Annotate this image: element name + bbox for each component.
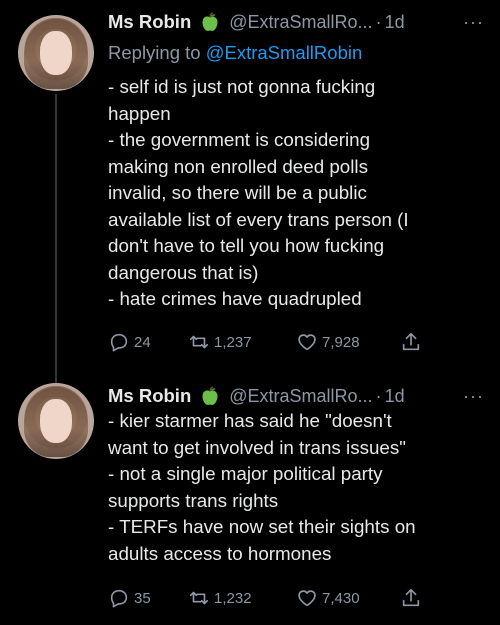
share-icon bbox=[402, 332, 420, 351]
tweet-line: - hate crimes have quadrupled bbox=[108, 288, 362, 309]
tweet-line: - TERFs have now set their sights on bbox=[108, 516, 416, 537]
tweet-line: - self id is just not gonna fucking bbox=[108, 76, 376, 97]
retweet-count: 1,237 bbox=[214, 333, 252, 351]
tweet-line: supports trans rights bbox=[108, 489, 279, 511]
reply-icon bbox=[110, 589, 128, 608]
more-options-icon[interactable]: ··· bbox=[463, 12, 484, 33]
tweet-line: making non enrolled deed polls bbox=[108, 155, 368, 177]
retweet-icon bbox=[189, 335, 209, 349]
tweet-line: - the government is considering bbox=[108, 129, 371, 150]
tweet-header: Ms Robin @ExtraSmallRo... · 1d ··· bbox=[108, 10, 490, 34]
share-button[interactable] bbox=[400, 331, 422, 353]
handle[interactable]: @ExtraSmallRo... bbox=[229, 386, 372, 407]
display-name[interactable]: Ms Robin bbox=[108, 11, 191, 33]
like-count: 7,430 bbox=[322, 589, 360, 607]
replying-to-label: Replying to bbox=[108, 42, 206, 63]
avatar[interactable] bbox=[18, 383, 94, 459]
separator-dot: · bbox=[375, 385, 382, 406]
display-name[interactable]: Ms Robin bbox=[108, 385, 191, 407]
heart-icon bbox=[298, 334, 316, 351]
like-button[interactable]: 7,430 bbox=[296, 587, 360, 609]
share-icon bbox=[402, 588, 420, 607]
action-bar: 24 1,237 7,928 bbox=[108, 331, 438, 355]
retweet-button[interactable]: 1,232 bbox=[188, 587, 252, 609]
tweet-line: - not a single major political party bbox=[108, 463, 383, 484]
reply-count: 35 bbox=[134, 589, 151, 607]
green-apple-icon bbox=[202, 386, 218, 405]
avatar[interactable] bbox=[18, 15, 94, 91]
reply-mention-link[interactable]: @ExtraSmallRobin bbox=[206, 42, 363, 63]
retweet-icon bbox=[189, 591, 209, 605]
tweet-line: dangerous that is) bbox=[108, 261, 259, 283]
tweet-text: - self id is just not gonna fucking happ… bbox=[108, 74, 488, 313]
reply-icon bbox=[110, 333, 128, 352]
green-apple-icon bbox=[202, 12, 218, 31]
timestamp[interactable]: 1d bbox=[385, 12, 405, 33]
tweet-header: Ms Robin @ExtraSmallRo... · 1d ··· bbox=[108, 384, 490, 408]
tweet-text: - kier starmer has said he "doesn't want… bbox=[108, 408, 488, 567]
like-count: 7,928 bbox=[322, 333, 360, 351]
like-button[interactable]: 7,928 bbox=[296, 331, 360, 353]
tweet-line: happen bbox=[108, 102, 171, 124]
tweet-line: adults access to hormones bbox=[108, 542, 332, 564]
share-button[interactable] bbox=[400, 587, 422, 609]
tweet-line: don't have to tell you how fucking bbox=[108, 235, 385, 256]
reply-button[interactable]: 35 bbox=[108, 587, 151, 609]
tweet-line: invalid, so there will be a public bbox=[108, 182, 367, 203]
heart-icon bbox=[298, 590, 316, 607]
reply-count: 24 bbox=[134, 333, 151, 351]
retweet-button[interactable]: 1,237 bbox=[188, 331, 252, 353]
retweet-count: 1,232 bbox=[214, 589, 252, 607]
timestamp[interactable]: 1d bbox=[385, 386, 405, 407]
thread-line bbox=[55, 94, 57, 394]
replying-to: Replying to @ExtraSmallRobin bbox=[108, 42, 362, 64]
more-options-icon[interactable]: ··· bbox=[463, 386, 484, 407]
tweet-line: want to get involved in trans issues" bbox=[108, 436, 406, 458]
tweet-line: - kier starmer has said he "doesn't bbox=[108, 410, 392, 431]
action-bar: 35 1,232 7,430 bbox=[108, 587, 438, 611]
tweet-line: available list of every trans person (I bbox=[108, 208, 409, 230]
separator-dot: · bbox=[375, 11, 382, 32]
handle[interactable]: @ExtraSmallRo... bbox=[229, 12, 372, 33]
reply-button[interactable]: 24 bbox=[108, 331, 151, 353]
